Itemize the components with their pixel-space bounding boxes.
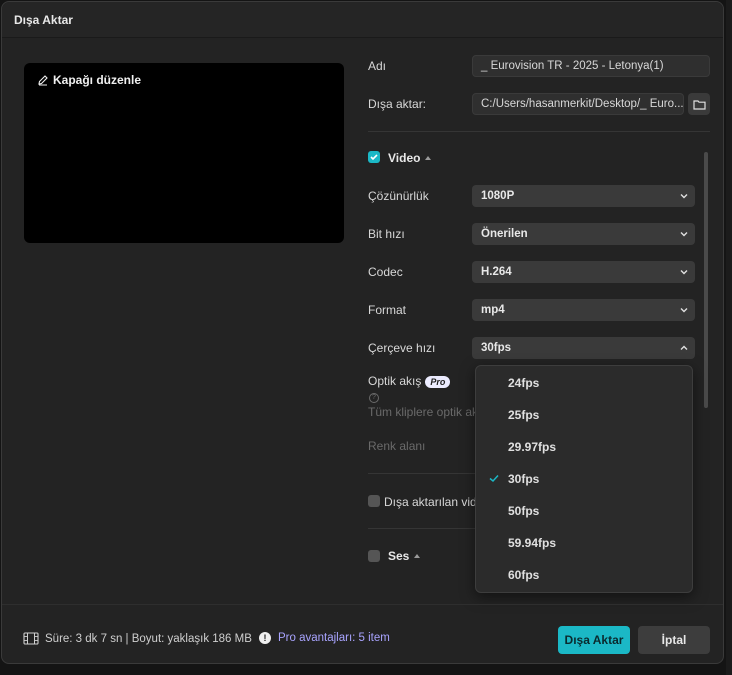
optical-flow-description: Tüm kliplere optik ak bbox=[368, 405, 479, 419]
codec-label: Codec bbox=[368, 265, 403, 279]
bitrate-select[interactable]: Önerilen bbox=[472, 223, 695, 245]
chevron-down-icon bbox=[680, 194, 688, 199]
film-icon bbox=[23, 632, 39, 645]
chevron-down-icon bbox=[680, 308, 688, 313]
caret-up-icon bbox=[425, 156, 432, 160]
resolution-value: 1080P bbox=[481, 190, 515, 202]
caret-up-icon bbox=[414, 554, 421, 558]
format-select[interactable]: mp4 bbox=[472, 299, 695, 321]
video-section-label: Video bbox=[388, 151, 421, 165]
export-info: Süre: 3 dk 7 sn | Boyut: yaklaşık 186 MB bbox=[23, 632, 252, 645]
video-section-toggle[interactable]: Video bbox=[388, 151, 432, 165]
framerate-select[interactable]: 30fps bbox=[472, 337, 695, 359]
framerate-option-label: 25fps bbox=[508, 408, 540, 422]
framerate-option-selected[interactable]: 30fps bbox=[476, 465, 692, 493]
edit-cover-button[interactable]: Kapağı düzenle bbox=[37, 73, 141, 87]
export-button[interactable]: Dışa Aktar bbox=[558, 626, 630, 654]
framerate-value: 30fps bbox=[481, 342, 512, 354]
framerate-option-label: 50fps bbox=[508, 504, 540, 518]
dialog-title: Dışa Aktar bbox=[14, 13, 73, 27]
folder-icon bbox=[692, 99, 706, 110]
settings-scrollbar[interactable] bbox=[704, 152, 708, 408]
pro-benefits-text: Pro avantajları: 5 item bbox=[278, 632, 390, 644]
video-checkbox[interactable] bbox=[368, 151, 380, 163]
bitrate-value: Önerilen bbox=[481, 228, 528, 240]
framerate-option-label: 59.94fps bbox=[508, 536, 557, 550]
codec-select[interactable]: H.264 bbox=[472, 261, 695, 283]
framerate-option[interactable]: 29.97fps bbox=[476, 433, 692, 461]
export-dialog: Dışa Aktar Kapağı düzenle Adı _ Eurovisi… bbox=[1, 1, 724, 664]
audio-checkbox[interactable] bbox=[368, 550, 380, 562]
export-path-input[interactable]: C:/Users/hasanmerkit/Desktop/_ Euro... bbox=[472, 93, 684, 115]
title-bar: Dışa Aktar bbox=[2, 2, 723, 38]
framerate-dropdown: 24fps 25fps 29.97fps 30fps 50fps 59.94fp… bbox=[475, 365, 693, 593]
cancel-button[interactable]: İptal bbox=[638, 626, 710, 654]
framerate-option-label: 30fps bbox=[508, 472, 540, 486]
browse-folder-button[interactable] bbox=[688, 93, 710, 115]
resolution-label: Çözünürlük bbox=[368, 189, 429, 203]
divider bbox=[368, 528, 476, 529]
framerate-option-label: 29.97fps bbox=[508, 440, 557, 454]
chevron-up-icon bbox=[680, 345, 688, 350]
name-label: Adı bbox=[368, 59, 387, 73]
pro-benefits-link[interactable]: ! Pro avantajları: 5 item bbox=[259, 632, 390, 644]
checkmark-icon bbox=[370, 154, 378, 161]
name-input[interactable]: _ Eurovision TR - 2025 - Letonya(1) bbox=[472, 55, 710, 77]
resolution-select[interactable]: 1080P bbox=[472, 185, 695, 207]
help-icon[interactable]: ? bbox=[369, 393, 379, 403]
chevron-down-icon bbox=[680, 232, 688, 237]
framerate-option[interactable]: 59.94fps bbox=[476, 529, 692, 557]
bitrate-label: Bit hızı bbox=[368, 227, 405, 241]
framerate-option[interactable]: 24fps bbox=[476, 369, 692, 397]
framerate-option[interactable]: 60fps bbox=[476, 561, 692, 589]
exported-video-label: Dışa aktarılan vide bbox=[384, 495, 484, 509]
format-value: mp4 bbox=[481, 304, 505, 316]
pro-badge: Pro bbox=[425, 376, 451, 388]
footer-divider bbox=[2, 604, 723, 605]
checkmark-icon bbox=[489, 474, 499, 483]
divider bbox=[368, 131, 710, 132]
export-info-text: Süre: 3 dk 7 sn | Boyut: yaklaşık 186 MB bbox=[45, 632, 252, 645]
framerate-option[interactable]: 50fps bbox=[476, 497, 692, 525]
chevron-down-icon bbox=[680, 270, 688, 275]
audio-section-label: Ses bbox=[388, 549, 410, 563]
framerate-label: Çerçeve hızı bbox=[368, 341, 436, 355]
format-label: Format bbox=[368, 303, 407, 317]
divider bbox=[368, 473, 476, 474]
video-preview: Kapağı düzenle bbox=[24, 63, 344, 243]
framerate-option-label: 60fps bbox=[508, 568, 540, 582]
pencil-icon bbox=[38, 75, 48, 86]
audio-section-toggle[interactable]: Ses bbox=[388, 549, 421, 563]
exported-video-checkbox[interactable] bbox=[368, 495, 380, 507]
export-to-label: Dışa aktar: bbox=[368, 97, 427, 111]
color-space-label: Renk alanı bbox=[368, 439, 426, 453]
framerate-option-label: 24fps bbox=[508, 376, 540, 390]
edit-cover-label: Kapağı düzenle bbox=[53, 73, 142, 87]
info-icon: ! bbox=[259, 632, 271, 644]
codec-value: H.264 bbox=[481, 266, 512, 278]
framerate-option[interactable]: 25fps bbox=[476, 401, 692, 429]
optical-flow-text: Optik akış bbox=[368, 374, 422, 388]
optical-flow-label: Optik akış Pro bbox=[368, 374, 451, 388]
background-app-edge bbox=[726, 0, 732, 675]
